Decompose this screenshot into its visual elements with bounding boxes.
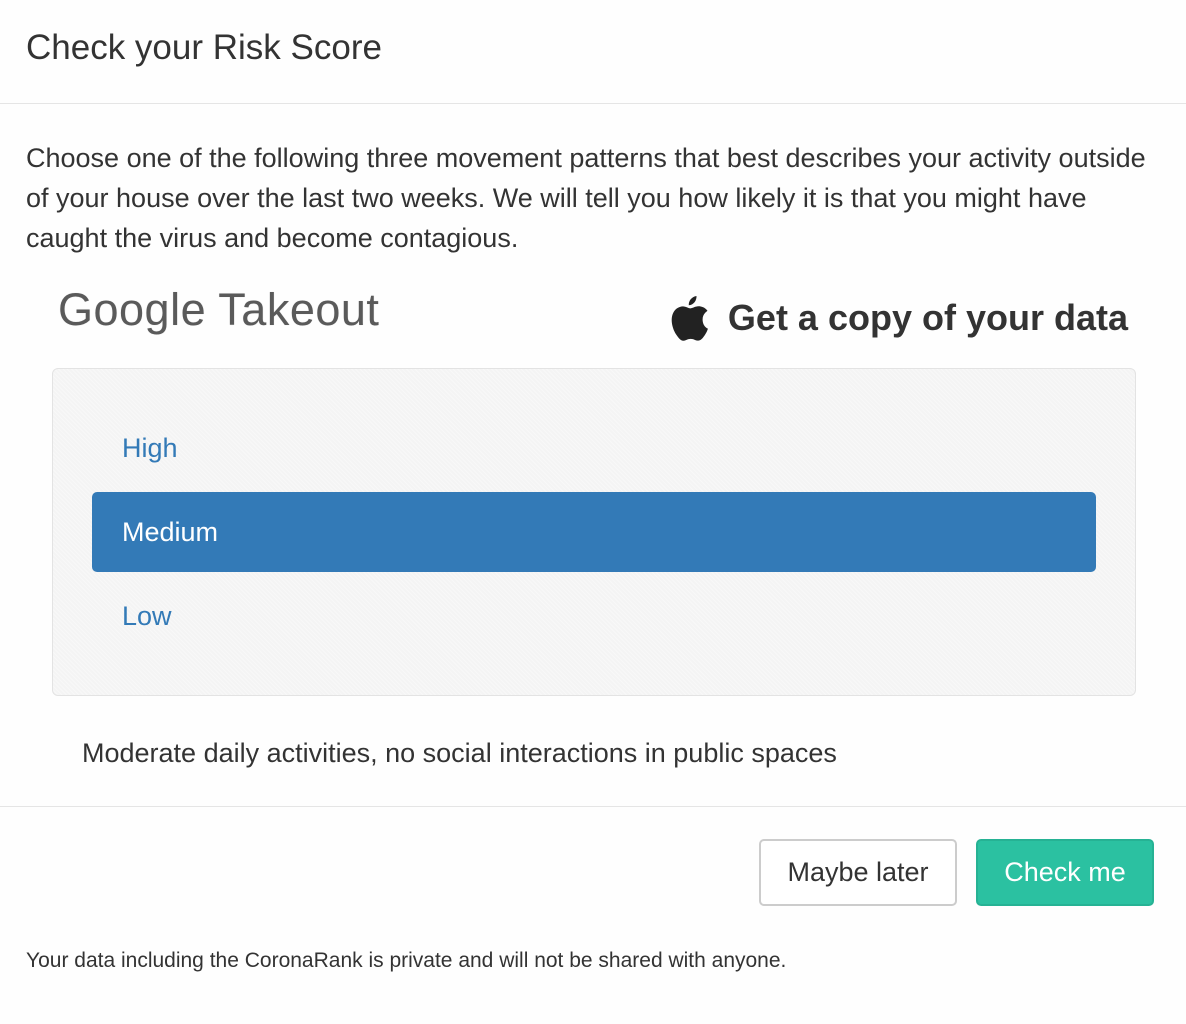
risk-options-list: High Medium Low (52, 368, 1136, 696)
data-source-logos: Google Takeout Get a copy of your data (58, 282, 1128, 346)
modal-footer: Maybe later Check me Your data including… (0, 806, 1186, 1024)
risk-option-high[interactable]: High (92, 408, 1096, 488)
modal-body: Choose one of the following three moveme… (0, 104, 1186, 806)
check-me-button[interactable]: Check me (976, 839, 1154, 906)
privacy-note: Your data including the CoronaRank is pr… (26, 949, 787, 972)
google-takeout-logo[interactable]: Google Takeout (58, 284, 379, 336)
modal-header: Check your Risk Score (0, 0, 1186, 104)
apple-data-label: Get a copy of your data (727, 297, 1128, 338)
modal-title: Check your Risk Score (26, 28, 382, 67)
risk-score-modal: Check your Risk Score Choose one of the … (0, 0, 1186, 1024)
apple-data-link[interactable]: Get a copy of your data (666, 290, 1128, 346)
maybe-later-button[interactable]: Maybe later (759, 839, 957, 906)
option-description: Moderate daily activities, no social int… (82, 738, 837, 768)
risk-option-medium[interactable]: Medium (92, 492, 1096, 572)
apple-logo-icon (666, 293, 710, 343)
intro-text: Choose one of the following three moveme… (26, 143, 1146, 253)
risk-option-low[interactable]: Low (92, 576, 1096, 656)
